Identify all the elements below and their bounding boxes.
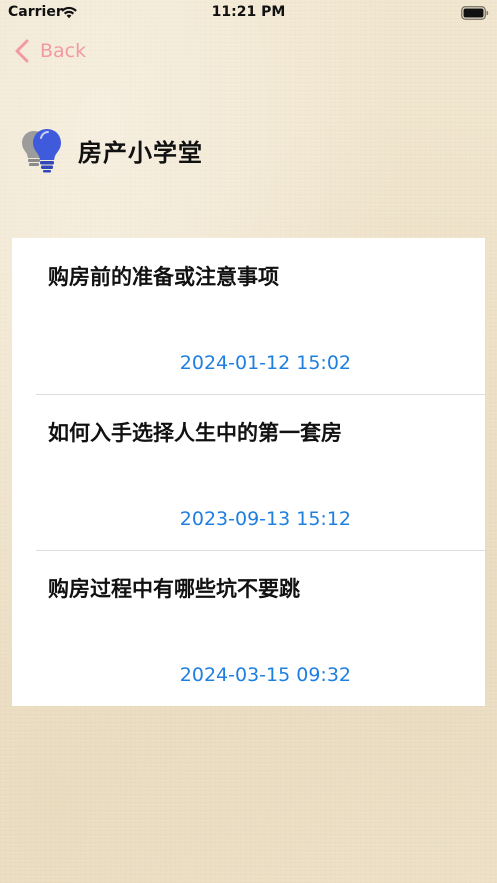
article-date: 2023-09-13 15:12 [179,508,351,530]
article-title: 购房过程中有哪些坑不要跳 [48,577,300,601]
article-date: 2024-01-12 15:02 [179,352,351,374]
article-list: 购房前的准备或注意事项 2024-01-12 15:02 如何入手选择人生中的第… [12,238,485,706]
back-button[interactable]: Back [14,36,86,66]
page-title: 房产小学堂 [78,138,203,167]
chevron-left-icon [14,39,30,63]
back-label: Back [40,40,87,62]
lightbulb-icon [20,127,64,173]
article-row[interactable]: 购房过程中有哪些坑不要跳 2024-03-15 09:32 [12,550,485,706]
article-date: 2024-03-15 09:32 [179,664,351,686]
article-title: 如何入手选择人生中的第一套房 [48,421,342,445]
article-title: 购房前的准备或注意事项 [48,265,279,289]
status-time: 11:21 PM [211,4,286,20]
article-row[interactable]: 如何入手选择人生中的第一套房 2023-09-13 15:12 [12,394,485,550]
page-header: 房产小学堂 [20,126,203,174]
battery-icon [461,5,489,20]
article-row[interactable]: 购房前的准备或注意事项 2024-01-12 15:02 [12,238,485,394]
status-bar: Carrier 11:21 PM [0,0,497,26]
